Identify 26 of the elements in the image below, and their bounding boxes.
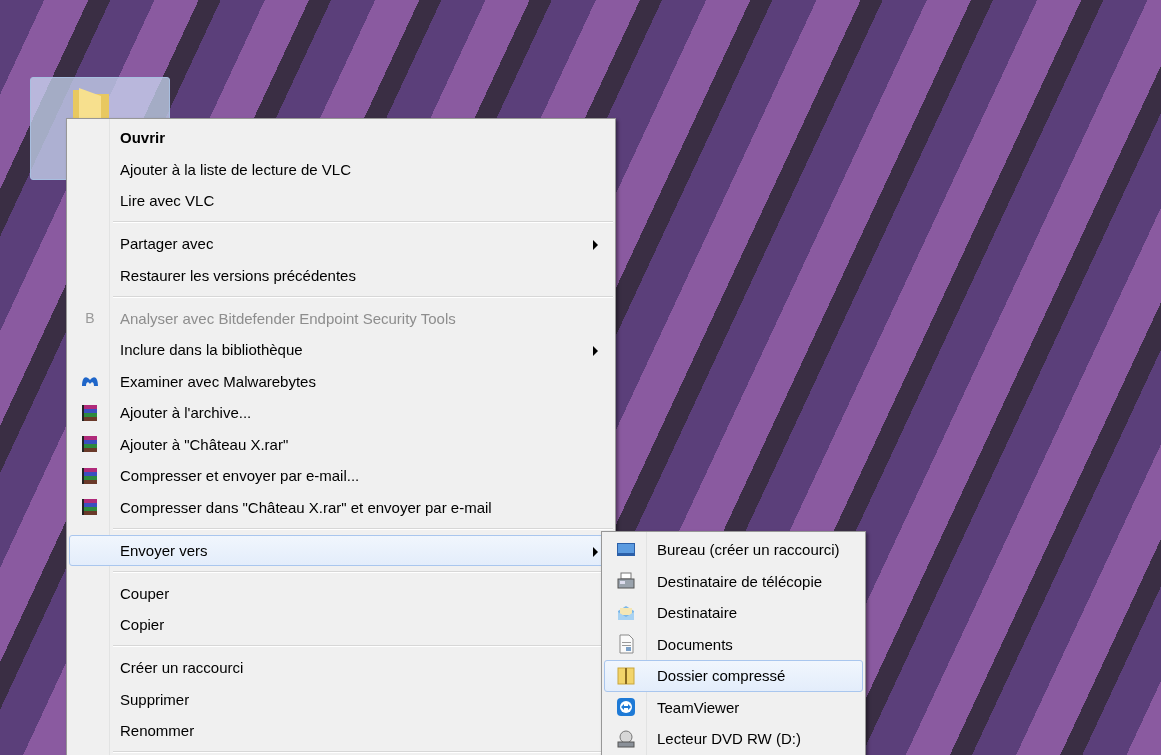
fax-machine-icon [616, 571, 636, 592]
menu-item[interactable]: Lecteur DVD RW (D:) [604, 723, 863, 755]
letter-icon: B [85, 310, 95, 327]
menu-item[interactable]: Partager avec [69, 228, 613, 260]
menu-item[interactable]: Ajouter à la liste de lecture de VLC [69, 153, 613, 185]
menu-item[interactable]: Compresser et envoyer par e-mail... [69, 460, 613, 492]
menu-item[interactable]: Documents [604, 628, 863, 660]
menu-item[interactable]: Lire avec VLC [69, 185, 613, 217]
books-stack-icon [80, 434, 100, 455]
menu-item[interactable]: Ajouter à l'archive... [69, 397, 613, 429]
zipped-folder-icon [616, 665, 636, 686]
menu-item[interactable]: Destinataire de télécopie [604, 565, 863, 597]
menu-item[interactable]: Destinataire [604, 597, 863, 629]
menu-item[interactable]: Restaurer les versions précédentes [69, 259, 613, 291]
document-icon [616, 634, 636, 655]
menu-item[interactable]: TeamViewer [604, 691, 863, 723]
menu-item[interactable]: Inclure dans la bibliothèque [69, 334, 613, 366]
menu-item[interactable]: Compresser dans "Château X.rar" et envoyer par e-mail [69, 491, 613, 523]
menu-item[interactable]: Ouvrir [69, 122, 613, 154]
disc-drive-icon [616, 728, 636, 749]
books-stack-icon [80, 465, 100, 486]
menu-item[interactable]: Dossier compressé [604, 660, 863, 692]
menu-item[interactable]: Examiner avec Malwarebytes [69, 365, 613, 397]
books-stack-icon [80, 497, 100, 518]
books-stack-icon [80, 402, 100, 423]
menu-item[interactable]: Ajouter à "Château X.rar" [69, 428, 613, 460]
